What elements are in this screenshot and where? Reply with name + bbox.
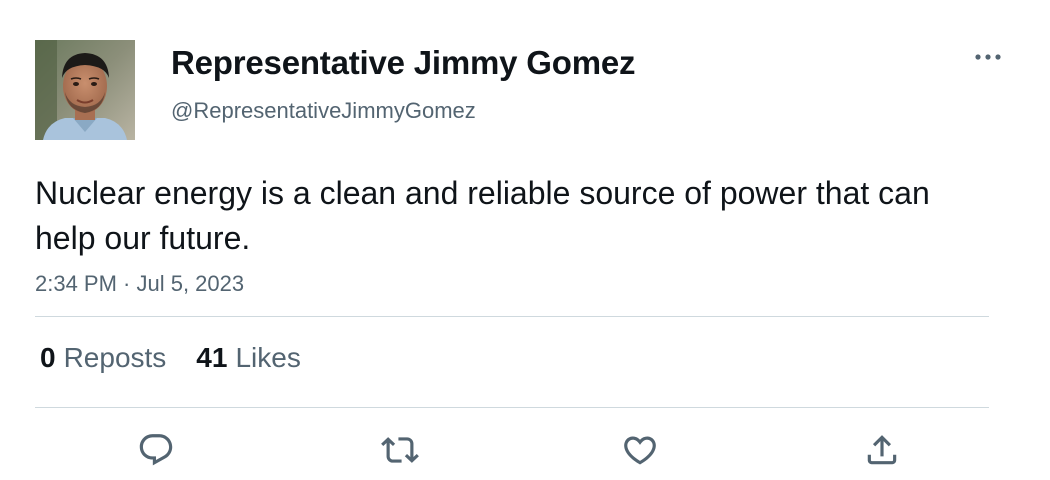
engagement-stats: 0 Reposts 41 Likes: [40, 342, 301, 374]
likes-stat[interactable]: 41 Likes: [196, 342, 301, 374]
divider: [35, 407, 989, 408]
reposts-stat[interactable]: 0 Reposts: [40, 342, 166, 374]
repost-button[interactable]: [380, 430, 420, 470]
reposts-count: 0: [40, 342, 56, 373]
repost-icon: [381, 437, 419, 463]
divider: [35, 316, 989, 317]
share-button[interactable]: [862, 430, 902, 470]
action-bar: [0, 430, 1050, 470]
avatar-image: [35, 40, 135, 140]
tweet-text: Nuclear energy is a clean and reliable s…: [35, 175, 930, 256]
share-icon: [867, 435, 897, 465]
reply-button[interactable]: [136, 430, 176, 470]
likes-label: Likes: [235, 342, 301, 373]
likes-count: 41: [196, 342, 228, 373]
avatar[interactable]: [35, 40, 135, 140]
more-options-button[interactable]: [968, 42, 1008, 72]
reply-icon: [139, 434, 173, 466]
tweet-timestamp[interactable]: 2:34 PM · Jul 5, 2023: [35, 271, 244, 297]
like-button[interactable]: [620, 430, 660, 470]
user-handle[interactable]: @RepresentativeJimmyGomez: [171, 98, 476, 124]
display-name[interactable]: Representative Jimmy Gomez: [171, 44, 636, 82]
reposts-label: Reposts: [63, 342, 167, 373]
like-icon: [624, 436, 656, 465]
tweet-card: Representative Jimmy Gomez @Representati…: [0, 0, 1050, 480]
more-horizontal-icon: [975, 54, 1001, 60]
